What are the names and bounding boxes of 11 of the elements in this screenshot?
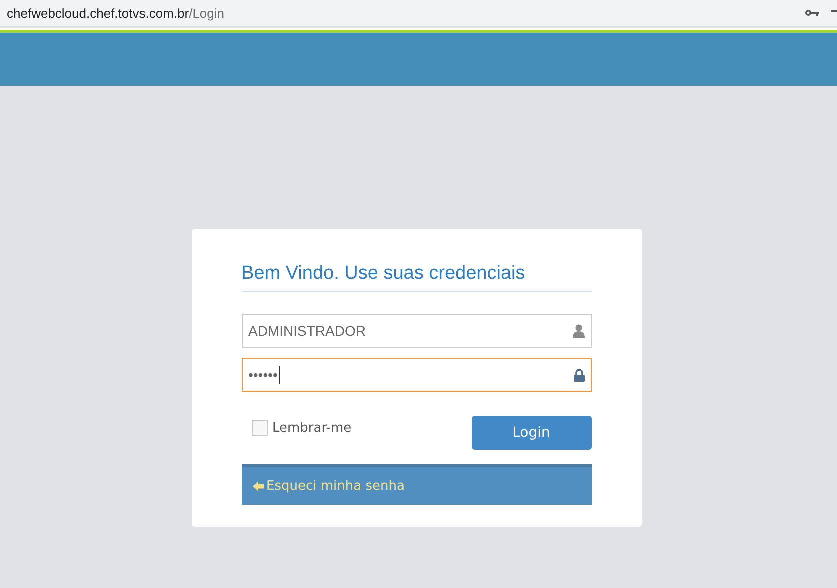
lock-icon	[574, 368, 584, 382]
arrow-left-icon	[252, 480, 264, 492]
remember-label: Lembrar-me	[272, 420, 352, 436]
key-icon[interactable]	[805, 9, 819, 17]
address-bar[interactable]: chefwebcloud.chef.totvs.com.br/Login	[0, 0, 837, 26]
username-field[interactable]: ADMINISTRADOR	[242, 314, 592, 348]
remember-checkbox[interactable]	[252, 420, 268, 436]
login-title: Bem Vindo. Use suas credenciais	[242, 263, 526, 286]
login-button[interactable]: Login	[472, 416, 592, 450]
user-icon	[572, 324, 584, 338]
password-field[interactable]: ••••••	[242, 358, 592, 392]
